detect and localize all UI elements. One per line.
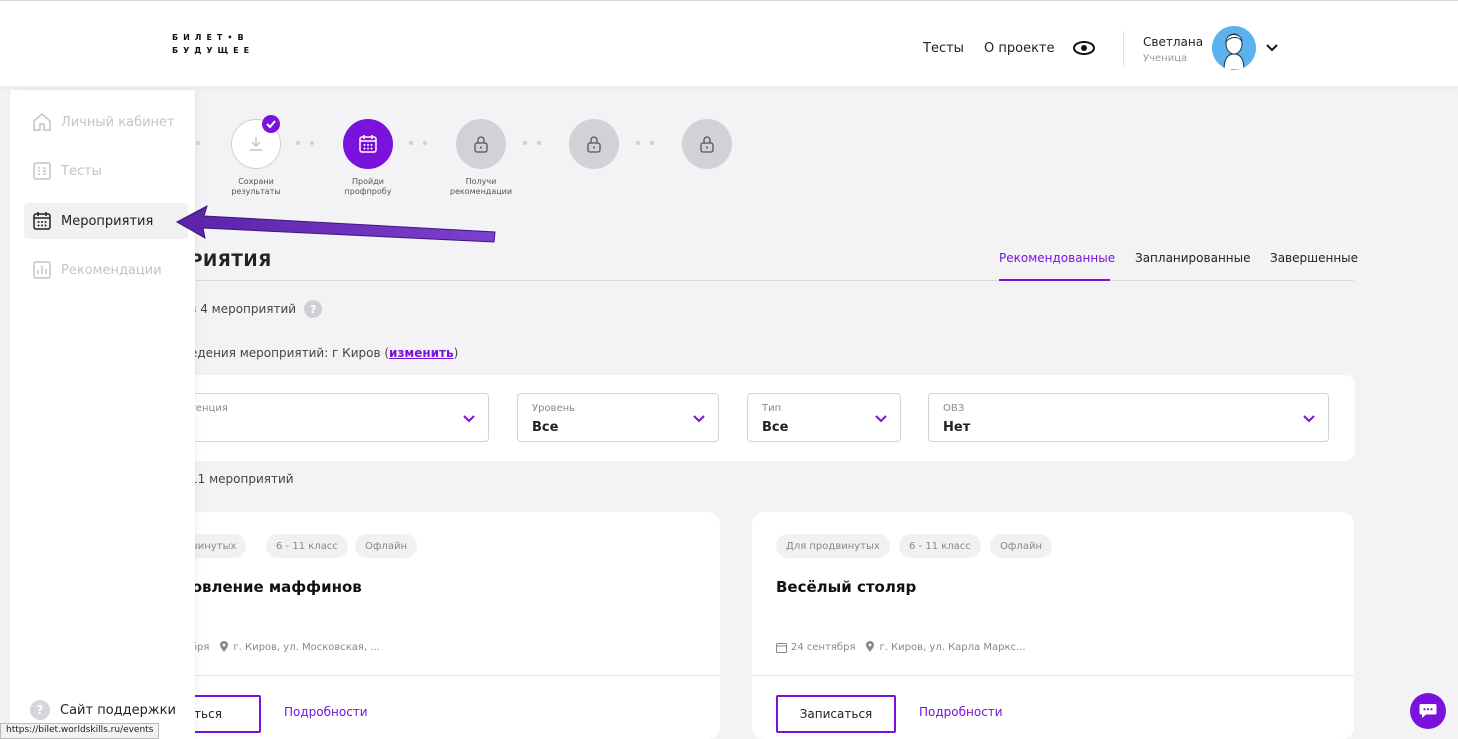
- help-icon[interactable]: ?: [304, 300, 323, 318]
- step-dots: [296, 141, 314, 145]
- step-dots: [523, 141, 541, 145]
- home-icon: [33, 113, 51, 131]
- sidebar-item-profile[interactable]: Личный кабинет: [32, 112, 175, 132]
- results-count: 11 мероприятий: [190, 472, 294, 486]
- sidebar-item-label: Тесты: [61, 163, 102, 179]
- sidebar-item-label: Рекомендации: [61, 262, 162, 278]
- event-meta: тября г. Киров, ул. Московская, ...: [179, 641, 380, 653]
- event-title[interactable]: товление маффинов: [183, 578, 362, 596]
- tab-recommended[interactable]: Рекомендованные: [999, 251, 1115, 265]
- check-icon: [262, 115, 280, 133]
- location-pin-icon: [866, 641, 875, 652]
- tab-completed[interactable]: Завершенные: [1270, 251, 1358, 265]
- details-link[interactable]: Подробности: [284, 705, 368, 719]
- step-get-recommendations: [456, 119, 506, 169]
- chevron-down-icon[interactable]: [1266, 44, 1278, 52]
- logo[interactable]: БИЛЕТ•В БУДУЩЕЕ: [172, 31, 254, 57]
- format-badge: Офлайн: [990, 534, 1052, 558]
- lock-icon: [700, 136, 714, 153]
- level-badge: Для продвинутых: [776, 534, 890, 558]
- chevron-down-icon: [875, 415, 887, 423]
- tabs-divider: [190, 280, 1354, 281]
- tab-planned[interactable]: Запланированные: [1135, 251, 1251, 265]
- competence-select[interactable]: тенция: [175, 393, 489, 442]
- sidebar-item-label: Мероприятия: [61, 213, 154, 229]
- lock-icon: [587, 136, 601, 153]
- location-pin-icon: [220, 641, 229, 652]
- change-location-link[interactable]: изменить: [389, 346, 454, 360]
- chevron-down-icon: [1303, 415, 1315, 423]
- chevron-down-icon: [693, 415, 705, 423]
- header-divider: [1123, 31, 1124, 67]
- details-link[interactable]: Подробности: [919, 705, 1003, 719]
- event-card[interactable]: двинутых 6 - 11 класс Офлайн товление ма…: [175, 512, 720, 739]
- grade-badge: 6 - 11 класс: [266, 534, 348, 558]
- grade-badge: 6 - 11 класс: [899, 534, 981, 558]
- type-select[interactable]: Тип Все: [747, 393, 901, 442]
- eye-icon[interactable]: [1073, 41, 1095, 55]
- location-line: едения мероприятий: г Киров (изменить): [190, 346, 459, 360]
- avatar[interactable]: [1212, 26, 1256, 70]
- event-card[interactable]: Для продвинутых 6 - 11 класс Офлайн Весё…: [752, 512, 1354, 739]
- user-name[interactable]: Светлана: [1143, 35, 1203, 49]
- sidebar-item-label: Личный кабинет: [61, 114, 175, 130]
- step-locked-5: [682, 119, 732, 169]
- calendar-icon: [33, 212, 51, 230]
- calendar-icon: [776, 642, 787, 653]
- question-icon: ?: [30, 700, 50, 720]
- chat-icon: [1419, 704, 1437, 718]
- signup-button[interactable]: Записаться: [776, 695, 896, 733]
- nav-tests-link[interactable]: Тесты: [923, 41, 964, 56]
- support-link[interactable]: ? Сайт поддержки: [30, 700, 176, 720]
- sidebar-item-tests[interactable]: Тесты: [32, 161, 102, 181]
- download-icon: [250, 137, 262, 151]
- chat-button[interactable]: [1410, 693, 1446, 729]
- annotation-arrow-icon: [175, 204, 496, 243]
- header: БИЛЕТ•В БУДУЩЕЕ Тесты О проекте Светлана…: [0, 0, 1458, 86]
- lock-icon: [474, 136, 488, 153]
- event-address: г. Киров, ул. Карла Маркс...: [879, 641, 1026, 653]
- disability-select[interactable]: ОВЗ Нет: [928, 393, 1329, 442]
- support-label: Сайт поддержки: [60, 702, 176, 718]
- event-title[interactable]: Весёлый столяр: [776, 578, 916, 596]
- logo-line-1: БИЛЕТ•В: [172, 33, 249, 42]
- sidebar: Личный кабинет Тесты Мероприятия Рекомен…: [10, 90, 195, 739]
- chevron-down-icon: [463, 415, 475, 423]
- sidebar-item-recommendations[interactable]: Рекомендации: [32, 260, 162, 280]
- logo-line-2: БУДУЩЕЕ: [172, 46, 255, 55]
- test-icon: [33, 162, 51, 180]
- page-title: РИЯТИЯ: [190, 251, 272, 271]
- sidebar-item-events[interactable]: Мероприятия: [24, 203, 188, 239]
- events-count: з 4 мероприятий ?: [190, 300, 323, 318]
- step-dots: [196, 141, 200, 145]
- step-take-trial[interactable]: [343, 119, 393, 169]
- level-select[interactable]: Уровень Все: [517, 393, 719, 442]
- step-dots: [409, 141, 427, 145]
- status-bar-url: https://bilet.worldskills.ru/events: [0, 723, 160, 739]
- calendar-icon: [359, 135, 377, 153]
- event-address: г. Киров, ул. Московская, ...: [233, 641, 380, 653]
- step-locked-4: [569, 119, 619, 169]
- step-label: Получи рекомендации: [449, 177, 513, 196]
- step-label: Пройди профпробу: [344, 177, 392, 196]
- user-role: Ученица: [1143, 53, 1188, 64]
- event-meta: 24 сентября г. Киров, ул. Карла Маркс...: [776, 641, 1026, 653]
- event-date: 24 сентября: [791, 641, 856, 653]
- format-badge: Офлайн: [355, 534, 417, 558]
- nav-about-link[interactable]: О проекте: [984, 41, 1055, 56]
- card-divider: [752, 675, 1354, 676]
- step-dots: [636, 141, 654, 145]
- avatar-face-icon: [1212, 26, 1256, 70]
- chart-icon: [33, 261, 51, 279]
- active-tab-indicator: [999, 279, 1110, 281]
- step-label: Сохрани результаты: [231, 177, 281, 196]
- card-divider: [175, 675, 720, 676]
